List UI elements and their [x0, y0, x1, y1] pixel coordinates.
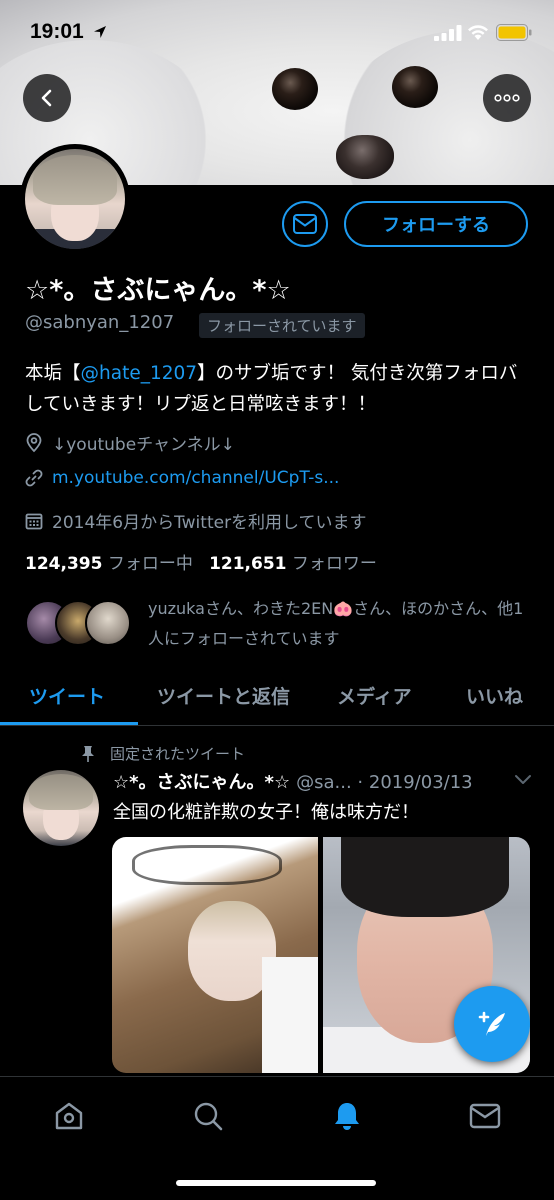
link-icon: [25, 469, 43, 487]
followers-stat[interactable]: 121,651 フォロワー: [209, 554, 377, 574]
following-count: 124,395: [25, 554, 103, 574]
followers-label: フォロワー: [291, 554, 377, 574]
chevron-down-icon[interactable]: [513, 773, 533, 787]
profile-tabs: ツイート ツイートと返信 メディア いいね: [0, 668, 554, 726]
active-tab-indicator: [0, 722, 138, 725]
follows-you-badge: フォローされています: [199, 313, 365, 338]
back-button[interactable]: [23, 74, 71, 122]
pinned-text: 固定されたツイート: [110, 745, 246, 763]
tweet-photo[interactable]: [112, 837, 318, 1073]
follow-button[interactable]: フォローする: [344, 201, 528, 247]
status-bar: 19:01: [0, 0, 554, 68]
wifi-icon: [468, 25, 488, 40]
following-stat[interactable]: 124,395 フォロー中: [25, 554, 193, 574]
search-icon[interactable]: [191, 1099, 225, 1133]
home-indicator: [176, 1180, 376, 1186]
envelope-icon: [293, 214, 317, 234]
more-horizontal-icon: [494, 94, 520, 102]
notifications-bell-icon[interactable]: [330, 1099, 364, 1133]
tweet-author-name[interactable]: ☆*。さぶにゃん。*☆: [113, 772, 290, 793]
photo-scribble: [132, 845, 282, 885]
bottom-navigation: [0, 1076, 554, 1200]
avatar-hair: [33, 155, 117, 205]
photo-hair: [341, 837, 509, 917]
photo-censor: [262, 957, 318, 1073]
location-arrow-icon: [94, 26, 106, 38]
avatar: [25, 149, 125, 249]
followed-by-avatars[interactable]: [25, 600, 135, 646]
tab-tweets-and-replies[interactable]: ツイートと返信: [157, 682, 290, 709]
profile-joined: 2014年6月からTwitterを利用しています: [24, 508, 367, 533]
compose-tweet-icon: [478, 1011, 505, 1036]
banner-dog-eye: [392, 66, 438, 108]
profile-bio: 本垢【@hate_1207】のサブ垢です！ 気付き次第フォロバしていきます！リプ…: [25, 358, 535, 420]
tweet-text: 全国の化粧詐欺の女子！俺は味方だ！: [113, 802, 419, 823]
message-button[interactable]: [282, 201, 328, 247]
messages-envelope-icon[interactable]: [468, 1099, 502, 1133]
home-icon[interactable]: [52, 1099, 86, 1133]
tab-likes[interactable]: いいね: [466, 682, 523, 709]
tab-media[interactable]: メディア: [337, 682, 412, 709]
following-label: フォロー中: [107, 554, 193, 574]
followers-count: 121,651: [209, 554, 287, 574]
chevron-left-icon: [41, 89, 52, 107]
tab-tweets[interactable]: ツイート: [29, 682, 105, 709]
avatar-hair: [29, 774, 93, 810]
profile-url[interactable]: m.youtube.com/channel/UCpT-s...: [52, 468, 339, 488]
tweet-author-handle: @sa...: [296, 772, 352, 793]
follow-stats: 124,395 フォロー中 121,651 フォロワー: [25, 549, 377, 574]
profile-location: ↓youtubeチャンネル↓: [24, 430, 235, 455]
bio-text: 本垢【: [25, 363, 81, 384]
tweet-header: ☆*。さぶにゃん。*☆ @sa... · 2019/03/13: [113, 768, 533, 794]
banner-dog-eye: [272, 68, 318, 110]
pinned-label: 固定されたツイート: [80, 743, 245, 764]
avatar: [85, 600, 131, 646]
profile-avatar[interactable]: [20, 144, 130, 254]
pin-icon: [82, 745, 94, 762]
more-options-button[interactable]: [483, 74, 531, 122]
calendar-icon: [25, 513, 43, 529]
banner-dog-nose: [336, 135, 394, 179]
location-pin-icon: [26, 432, 42, 452]
tweet-date[interactable]: · 2019/03/13: [357, 772, 472, 793]
handle: @sabnyan_1207: [25, 312, 175, 333]
compose-tweet-button[interactable]: [454, 986, 530, 1062]
joined-text: 2014年6月からTwitterを利用しています: [52, 513, 367, 533]
profile-link[interactable]: m.youtube.com/channel/UCpT-s...: [24, 468, 339, 488]
display-name: ☆*。さぶにゃん。*☆: [25, 275, 291, 306]
battery-icon: [496, 24, 532, 41]
status-time: 19:01: [30, 20, 84, 43]
location-text: ↓youtubeチャンネル↓: [52, 435, 235, 455]
bio-mention-link[interactable]: @hate_1207: [81, 363, 198, 384]
followed-by-text[interactable]: yuzukaさん、わきた2EN🐽さん、ほのかさん、他1人にフォローされています: [148, 594, 538, 654]
tweet-avatar[interactable]: [23, 770, 99, 846]
cellular-signal-icon: [434, 25, 462, 41]
